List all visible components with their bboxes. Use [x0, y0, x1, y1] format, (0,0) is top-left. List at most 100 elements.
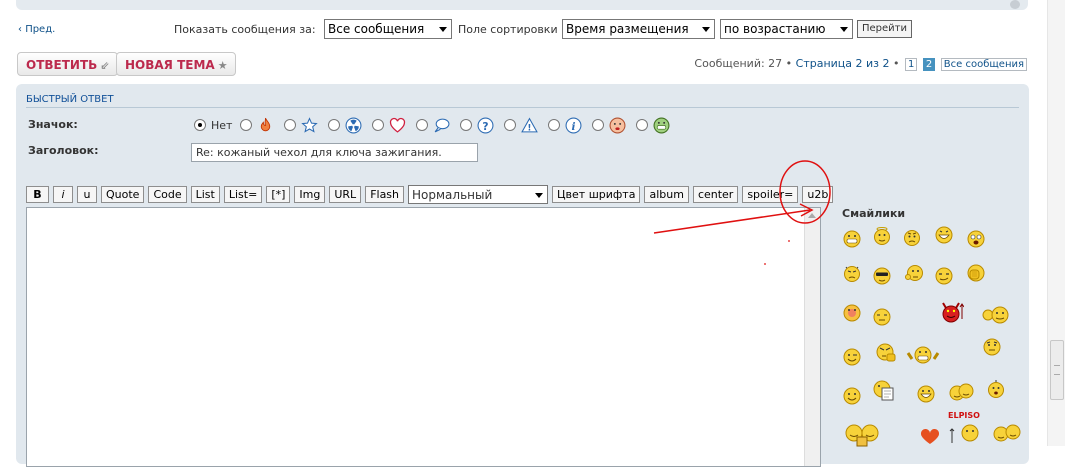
smiley-cheers[interactable]: [842, 421, 882, 447]
smiley-cool[interactable]: [872, 266, 892, 286]
subject-input[interactable]: Re: кожаный чехол для ключа зажигания.: [191, 143, 478, 162]
smiley-thinking[interactable]: [904, 263, 924, 283]
all-posts-link[interactable]: Все сообщения: [940, 58, 1027, 71]
prev-page-link[interactable]: ‹ Пред.: [18, 24, 55, 35]
smiley-facepalm[interactable]: [966, 263, 986, 283]
elpis-figure-icon: [949, 424, 979, 443]
post-icon-label: Значок:: [28, 118, 78, 131]
post-icon-radio-fire[interactable]: [240, 119, 253, 131]
page-current: 2: [922, 58, 936, 71]
chevron-down-icon: [532, 186, 547, 203]
ordered-list-button[interactable]: List=: [223, 185, 263, 203]
heart-icon: [390, 117, 406, 133]
smiley-elpis[interactable]: ELPISO: [948, 411, 984, 445]
post-icon-radio-speech[interactable]: [416, 119, 429, 131]
url-button[interactable]: URL: [329, 185, 362, 203]
post-icon-options: Нет ? ! i: [194, 116, 680, 134]
smiley-confused[interactable]: [902, 227, 922, 247]
smiley-innocent[interactable]: [872, 226, 892, 246]
smiley-shocked[interactable]: [966, 229, 986, 249]
flash-button[interactable]: Flash: [365, 185, 405, 203]
svg-text:i: i: [572, 119, 576, 132]
center-button[interactable]: center: [692, 185, 739, 203]
star-outline-icon: [301, 116, 319, 133]
new-topic-button[interactable]: НОВАЯ ТЕМА ★: [116, 52, 236, 76]
smiley-wink[interactable]: [842, 347, 862, 367]
quick-reply-panel: БЫСТРЫЙ ОТВЕТ Значок: Нет ? ! i Заголово…: [16, 84, 1029, 467]
image-button[interactable]: Img: [294, 185, 326, 203]
heart-smiley[interactable]: [920, 429, 940, 445]
smiley-blush[interactable]: [842, 303, 862, 323]
smiley-grin[interactable]: [842, 229, 862, 249]
bold-button[interactable]: B: [26, 185, 49, 203]
post-icon-radio-none[interactable]: [194, 119, 206, 131]
font-size-select[interactable]: Нормальный: [408, 184, 549, 204]
code-button[interactable]: Code: [148, 185, 187, 203]
elpis-text: ELPISO: [948, 411, 980, 420]
smiley-devil[interactable]: [938, 299, 964, 325]
post-icon-radio-info[interactable]: [548, 119, 561, 131]
subject-label: Заголовок:: [28, 144, 99, 157]
post-icon-none-label: Нет: [211, 118, 233, 132]
sort-bar: ‹ Пред. Показать сообщения за: Все сообщ…: [0, 19, 1030, 41]
post-icon-radio-question[interactable]: [460, 119, 473, 131]
page-indicator[interactable]: Страница 2 из 2: [796, 57, 890, 70]
smiley-tongue[interactable]: [982, 305, 1010, 325]
chevron-down-icon: [435, 20, 451, 38]
bullet: •: [893, 57, 900, 70]
smiley-laugh[interactable]: [934, 225, 954, 245]
smiley-kiss[interactable]: [992, 421, 1022, 445]
scroll-top-icon[interactable]: [1010, 0, 1020, 9]
post-icon-radio-warning[interactable]: [504, 119, 517, 131]
smiley-big-grin[interactable]: [916, 384, 936, 404]
list-item-button[interactable]: [*]: [266, 185, 291, 203]
quote-button[interactable]: Quote: [101, 185, 145, 203]
smiley-neutral[interactable]: [872, 307, 892, 327]
album-button[interactable]: album: [644, 185, 689, 203]
message-textarea[interactable]: [26, 207, 821, 467]
italic-button[interactable]: i: [53, 185, 73, 203]
list-button[interactable]: List: [190, 185, 220, 203]
quick-reply-title: БЫСТРЫЙ ОТВЕТ: [26, 94, 114, 105]
sort-order-select[interactable]: по возрастанию: [720, 19, 853, 39]
radioactive-icon: [345, 117, 362, 133]
page-scrollbar[interactable]: [1047, 0, 1065, 446]
font-color-button[interactable]: Цвет шрифта: [552, 185, 641, 203]
post-icon-radio-radioactive[interactable]: [328, 119, 341, 131]
smiley-surprised[interactable]: [986, 379, 1006, 399]
show-posts-label: Показать сообщения за:: [174, 23, 316, 36]
smiley-happy[interactable]: [842, 386, 862, 406]
smiley-angry[interactable]: [842, 263, 862, 283]
sort-field-select[interactable]: Время размещения: [562, 19, 715, 39]
smiley-smirk[interactable]: [934, 266, 954, 286]
show-posts-select[interactable]: Все сообщения: [324, 19, 452, 39]
info-icon: i: [565, 117, 582, 133]
post-icon-radio-sad[interactable]: [592, 119, 605, 131]
svg-text:!: !: [528, 123, 532, 133]
smiley-fist[interactable]: [874, 341, 898, 365]
sort-field-label: Поле сортировки: [458, 23, 558, 36]
u2b-button[interactable]: u2b: [802, 185, 834, 203]
svg-text:?: ?: [483, 119, 489, 132]
chevron-down-icon: [698, 20, 714, 38]
speech-bubble-icon: [435, 118, 450, 132]
spoiler-button[interactable]: spoiler=: [742, 185, 799, 203]
question-icon: ?: [477, 117, 494, 133]
smiley-hug[interactable]: [948, 381, 974, 405]
bbcode-toolbar: B i u Quote Code List List= [*] Img URL …: [26, 184, 837, 204]
post-count: Сообщений: 27 •: [694, 57, 793, 70]
post-icon-radio-grin[interactable]: [636, 119, 649, 131]
reply-button[interactable]: ОТВЕТИТЬ ⇙: [17, 52, 118, 76]
sad-face-icon: [609, 117, 626, 133]
smiley-reading[interactable]: [872, 379, 896, 403]
go-button[interactable]: Перейти: [857, 20, 912, 38]
smiley-clap[interactable]: [906, 345, 940, 365]
page-scrollbar-thumb[interactable]: [1050, 340, 1064, 400]
smiley-eyebrow[interactable]: [982, 337, 1002, 357]
scroll-up-icon[interactable]: [808, 213, 816, 218]
post-icon-radio-star[interactable]: [284, 119, 297, 131]
post-icon-radio-heart[interactable]: [372, 119, 385, 131]
underline-button[interactable]: u: [77, 185, 97, 203]
textarea-scrollbar[interactable]: [804, 208, 820, 466]
page-link-1[interactable]: 1: [905, 58, 918, 71]
